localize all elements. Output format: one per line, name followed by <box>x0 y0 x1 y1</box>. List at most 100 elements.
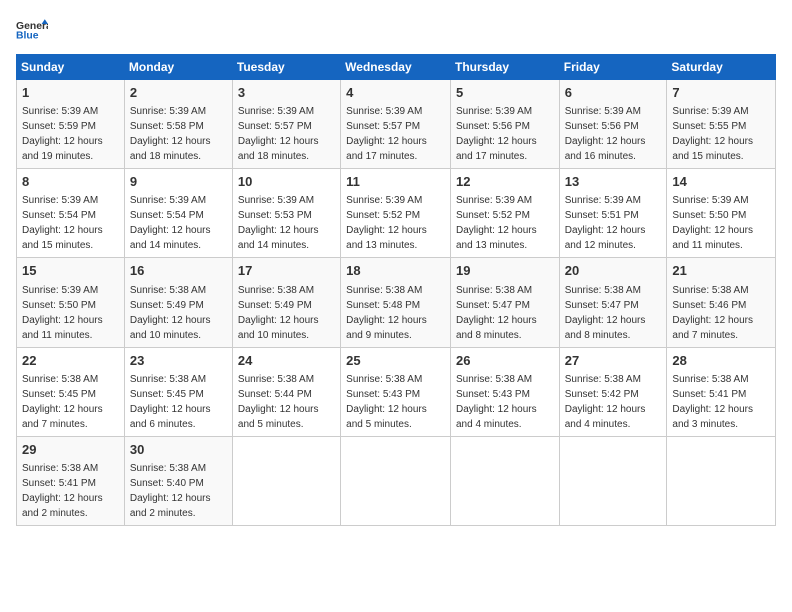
calendar-day-cell: 6 Sunrise: 5:39 AMSunset: 5:56 PMDayligh… <box>559 80 667 169</box>
day-info: Sunrise: 5:38 AMSunset: 5:49 PMDaylight:… <box>238 285 319 341</box>
calendar-day-cell: 23 Sunrise: 5:38 AMSunset: 5:45 PMDaylig… <box>124 347 232 436</box>
day-number: 1 <box>22 84 119 102</box>
day-info: Sunrise: 5:39 AMSunset: 5:57 PMDaylight:… <box>238 106 319 162</box>
day-info: Sunrise: 5:39 AMSunset: 5:52 PMDaylight:… <box>456 195 537 251</box>
calendar-week-row: 8 Sunrise: 5:39 AMSunset: 5:54 PMDayligh… <box>17 169 776 258</box>
calendar-day-cell: 26 Sunrise: 5:38 AMSunset: 5:43 PMDaylig… <box>450 347 559 436</box>
calendar-day-cell: 2 Sunrise: 5:39 AMSunset: 5:58 PMDayligh… <box>124 80 232 169</box>
calendar-day-cell <box>450 436 559 525</box>
day-number: 19 <box>456 262 554 280</box>
calendar-day-cell: 13 Sunrise: 5:39 AMSunset: 5:51 PMDaylig… <box>559 169 667 258</box>
calendar-day-cell: 8 Sunrise: 5:39 AMSunset: 5:54 PMDayligh… <box>17 169 125 258</box>
day-number: 17 <box>238 262 335 280</box>
logo-icon: General Blue <box>16 16 48 44</box>
day-info: Sunrise: 5:38 AMSunset: 5:40 PMDaylight:… <box>130 463 211 519</box>
day-info: Sunrise: 5:39 AMSunset: 5:54 PMDaylight:… <box>22 195 103 251</box>
day-number: 11 <box>346 173 445 191</box>
calendar-day-cell: 21 Sunrise: 5:38 AMSunset: 5:46 PMDaylig… <box>667 258 776 347</box>
day-info: Sunrise: 5:39 AMSunset: 5:50 PMDaylight:… <box>22 285 103 341</box>
day-info: Sunrise: 5:38 AMSunset: 5:47 PMDaylight:… <box>565 285 646 341</box>
day-info: Sunrise: 5:39 AMSunset: 5:57 PMDaylight:… <box>346 106 427 162</box>
day-number: 9 <box>130 173 227 191</box>
calendar-day-cell: 24 Sunrise: 5:38 AMSunset: 5:44 PMDaylig… <box>232 347 340 436</box>
day-number: 5 <box>456 84 554 102</box>
svg-text:Blue: Blue <box>16 30 39 41</box>
calendar-day-cell: 18 Sunrise: 5:38 AMSunset: 5:48 PMDaylig… <box>341 258 451 347</box>
day-info: Sunrise: 5:38 AMSunset: 5:41 PMDaylight:… <box>22 463 103 519</box>
calendar-week-row: 29 Sunrise: 5:38 AMSunset: 5:41 PMDaylig… <box>17 436 776 525</box>
calendar-day-cell: 17 Sunrise: 5:38 AMSunset: 5:49 PMDaylig… <box>232 258 340 347</box>
day-number: 23 <box>130 352 227 370</box>
day-info: Sunrise: 5:39 AMSunset: 5:52 PMDaylight:… <box>346 195 427 251</box>
calendar-day-cell <box>341 436 451 525</box>
day-number: 27 <box>565 352 662 370</box>
day-info: Sunrise: 5:38 AMSunset: 5:43 PMDaylight:… <box>456 374 537 430</box>
day-info: Sunrise: 5:39 AMSunset: 5:56 PMDaylight:… <box>456 106 537 162</box>
calendar-table: SundayMondayTuesdayWednesdayThursdayFrid… <box>16 54 776 526</box>
day-number: 6 <box>565 84 662 102</box>
weekday-header-cell: Friday <box>559 55 667 80</box>
calendar-day-cell: 3 Sunrise: 5:39 AMSunset: 5:57 PMDayligh… <box>232 80 340 169</box>
calendar-day-cell: 1 Sunrise: 5:39 AMSunset: 5:59 PMDayligh… <box>17 80 125 169</box>
day-number: 14 <box>672 173 770 191</box>
calendar-day-cell: 25 Sunrise: 5:38 AMSunset: 5:43 PMDaylig… <box>341 347 451 436</box>
day-number: 25 <box>346 352 445 370</box>
calendar-day-cell: 27 Sunrise: 5:38 AMSunset: 5:42 PMDaylig… <box>559 347 667 436</box>
day-info: Sunrise: 5:38 AMSunset: 5:47 PMDaylight:… <box>456 285 537 341</box>
calendar-week-row: 22 Sunrise: 5:38 AMSunset: 5:45 PMDaylig… <box>17 347 776 436</box>
weekday-header-cell: Thursday <box>450 55 559 80</box>
calendar-day-cell: 11 Sunrise: 5:39 AMSunset: 5:52 PMDaylig… <box>341 169 451 258</box>
day-info: Sunrise: 5:38 AMSunset: 5:46 PMDaylight:… <box>672 285 753 341</box>
calendar-week-row: 15 Sunrise: 5:39 AMSunset: 5:50 PMDaylig… <box>17 258 776 347</box>
day-number: 24 <box>238 352 335 370</box>
day-number: 2 <box>130 84 227 102</box>
day-number: 26 <box>456 352 554 370</box>
day-number: 13 <box>565 173 662 191</box>
calendar-day-cell <box>667 436 776 525</box>
calendar-day-cell: 22 Sunrise: 5:38 AMSunset: 5:45 PMDaylig… <box>17 347 125 436</box>
day-number: 4 <box>346 84 445 102</box>
day-info: Sunrise: 5:38 AMSunset: 5:45 PMDaylight:… <box>130 374 211 430</box>
day-number: 10 <box>238 173 335 191</box>
day-number: 28 <box>672 352 770 370</box>
weekday-header-cell: Sunday <box>17 55 125 80</box>
page-header: General Blue <box>16 16 776 44</box>
day-number: 7 <box>672 84 770 102</box>
calendar-day-cell: 7 Sunrise: 5:39 AMSunset: 5:55 PMDayligh… <box>667 80 776 169</box>
day-info: Sunrise: 5:39 AMSunset: 5:56 PMDaylight:… <box>565 106 646 162</box>
day-number: 30 <box>130 441 227 459</box>
weekday-header-cell: Wednesday <box>341 55 451 80</box>
day-number: 20 <box>565 262 662 280</box>
day-number: 22 <box>22 352 119 370</box>
day-info: Sunrise: 5:38 AMSunset: 5:41 PMDaylight:… <box>672 374 753 430</box>
logo: General Blue <box>16 16 48 44</box>
calendar-day-cell: 14 Sunrise: 5:39 AMSunset: 5:50 PMDaylig… <box>667 169 776 258</box>
day-info: Sunrise: 5:38 AMSunset: 5:42 PMDaylight:… <box>565 374 646 430</box>
day-info: Sunrise: 5:39 AMSunset: 5:53 PMDaylight:… <box>238 195 319 251</box>
calendar-day-cell: 29 Sunrise: 5:38 AMSunset: 5:41 PMDaylig… <box>17 436 125 525</box>
day-info: Sunrise: 5:39 AMSunset: 5:58 PMDaylight:… <box>130 106 211 162</box>
calendar-day-cell <box>559 436 667 525</box>
day-info: Sunrise: 5:38 AMSunset: 5:48 PMDaylight:… <box>346 285 427 341</box>
day-info: Sunrise: 5:39 AMSunset: 5:51 PMDaylight:… <box>565 195 646 251</box>
day-number: 12 <box>456 173 554 191</box>
weekday-header-cell: Monday <box>124 55 232 80</box>
calendar-day-cell: 9 Sunrise: 5:39 AMSunset: 5:54 PMDayligh… <box>124 169 232 258</box>
day-number: 15 <box>22 262 119 280</box>
day-number: 18 <box>346 262 445 280</box>
calendar-day-cell: 16 Sunrise: 5:38 AMSunset: 5:49 PMDaylig… <box>124 258 232 347</box>
day-info: Sunrise: 5:38 AMSunset: 5:43 PMDaylight:… <box>346 374 427 430</box>
calendar-day-cell <box>232 436 340 525</box>
weekday-header-cell: Saturday <box>667 55 776 80</box>
day-info: Sunrise: 5:38 AMSunset: 5:44 PMDaylight:… <box>238 374 319 430</box>
day-info: Sunrise: 5:38 AMSunset: 5:45 PMDaylight:… <box>22 374 103 430</box>
weekday-header-row: SundayMondayTuesdayWednesdayThursdayFrid… <box>17 55 776 80</box>
calendar-day-cell: 12 Sunrise: 5:39 AMSunset: 5:52 PMDaylig… <box>450 169 559 258</box>
day-number: 29 <box>22 441 119 459</box>
day-info: Sunrise: 5:39 AMSunset: 5:50 PMDaylight:… <box>672 195 753 251</box>
calendar-day-cell: 5 Sunrise: 5:39 AMSunset: 5:56 PMDayligh… <box>450 80 559 169</box>
day-number: 8 <box>22 173 119 191</box>
day-info: Sunrise: 5:39 AMSunset: 5:55 PMDaylight:… <box>672 106 753 162</box>
calendar-day-cell: 4 Sunrise: 5:39 AMSunset: 5:57 PMDayligh… <box>341 80 451 169</box>
calendar-day-cell: 15 Sunrise: 5:39 AMSunset: 5:50 PMDaylig… <box>17 258 125 347</box>
